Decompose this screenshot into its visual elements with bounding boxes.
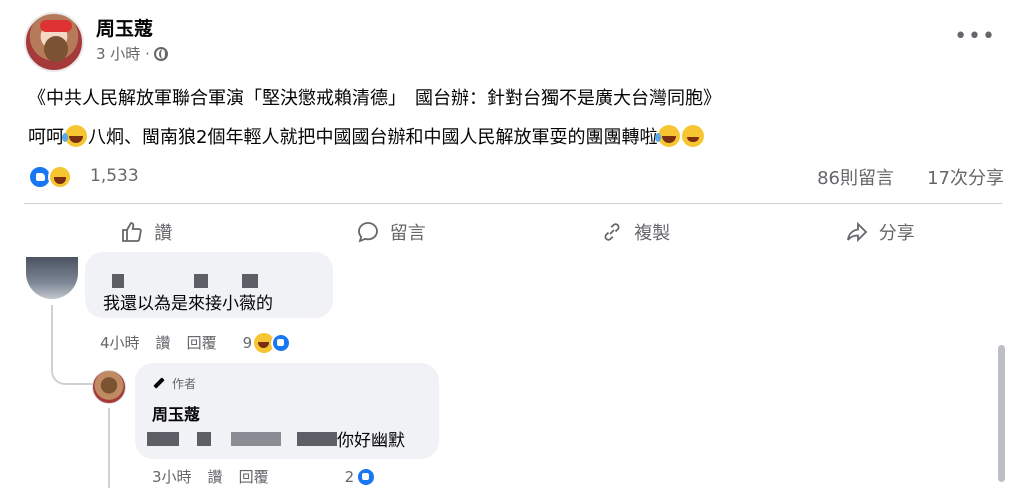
reply-reaction-count: 2 [344, 467, 355, 486]
reply-reply-link[interactable]: 回覆 [239, 466, 269, 487]
comment-reply-link[interactable]: 回覆 [187, 332, 217, 353]
reply-bubble: 作者 周玉蔻 你好幽默 [135, 363, 439, 459]
author-badge: 作者 [152, 375, 196, 392]
reactions-summary: 1,533 86則留言 17次分享 [28, 163, 1004, 191]
reply-time[interactable]: 3小時 [152, 466, 192, 487]
reply-author-name[interactable]: 周玉蔻 [152, 401, 200, 425]
reply-author-avatar[interactable] [92, 370, 126, 404]
redaction-block [242, 274, 258, 288]
post-title: 《中共人民解放軍聯合軍演「堅決懲戒賴清德」 國台辦：針對台獨不是廣大台灣同胞》 [28, 88, 721, 109]
reply-text: 你好幽默 [337, 431, 405, 451]
comment-bubble-icon [357, 222, 378, 243]
haha-reaction-icon [48, 165, 72, 189]
post-body-text-1: 呵呵 [28, 127, 64, 148]
share-arrow-icon [846, 221, 868, 243]
comment-like-link[interactable]: 讚 [156, 332, 171, 353]
redaction-block [197, 431, 211, 446]
copy-button[interactable]: 複製 [513, 212, 758, 252]
pen-icon [152, 377, 166, 391]
author-name[interactable]: 周玉蔻 [96, 14, 153, 41]
like-reaction-icon [356, 466, 377, 487]
reply-text-row: 你好幽默 [147, 426, 405, 451]
post-body: 呵呵 八炯、閩南狼2個年輕人就把中國國台辦和中國人民解放軍耍的團團轉啦 [28, 123, 705, 149]
comment-reactions[interactable]: 9 [242, 332, 292, 353]
comment-text: 我還以為是來接小薇的 [103, 294, 273, 314]
globe-icon[interactable] [153, 46, 168, 61]
laughing-tears-emoji-icon [62, 125, 87, 147]
author-avatar[interactable] [24, 12, 84, 72]
reply-reactions[interactable]: 2 [344, 466, 377, 487]
post-body-text-2: 八炯、閩南狼2個年輕人就把中國國台辦和中國人民解放軍耍的團團轉啦 [88, 127, 658, 148]
author-badge-label: 作者 [172, 377, 197, 391]
post-time[interactable]: 3 小時 · [96, 43, 150, 64]
post-header: 周玉蔻 3 小時 · ••• [24, 12, 1004, 72]
action-bar: 讚 留言 複製 分享 [24, 212, 1002, 252]
redaction-block [112, 274, 124, 288]
share-label: 分享 [878, 223, 915, 244]
thumbs-up-icon [122, 222, 142, 242]
link-icon [604, 223, 620, 241]
thread-connector [108, 408, 110, 488]
comment-bubble: 我還以為是來接小薇的 [85, 252, 333, 318]
copy-label: 複製 [634, 223, 671, 244]
rolling-laughing-emoji-icon [655, 125, 681, 147]
share-count[interactable]: 17次分享 [927, 164, 1004, 190]
like-reaction-icon [271, 332, 292, 353]
redaction-block [147, 431, 179, 446]
redaction-block [297, 431, 337, 446]
comment-label: 留言 [389, 223, 426, 244]
thread-connector [51, 305, 93, 385]
comment-reaction-count: 9 [242, 333, 253, 352]
commenter-name-redacted[interactable] [112, 274, 258, 288]
share-button[interactable]: 分享 [758, 212, 1003, 252]
scrollbar[interactable] [998, 345, 1005, 482]
avatar-face-graphic [44, 36, 68, 62]
reply-meta: 3小時 讚 回覆 2 [152, 466, 377, 487]
commenter-avatar[interactable] [26, 257, 78, 299]
like-label: 讚 [154, 223, 173, 244]
comment-button[interactable]: 留言 [269, 212, 514, 252]
like-button[interactable]: 讚 [24, 212, 269, 252]
more-options-button[interactable]: ••• [954, 24, 996, 49]
redaction-block [194, 274, 208, 288]
redaction-block [231, 431, 281, 446]
reaction-count[interactable]: 1,533 [90, 166, 139, 186]
reaction-icons[interactable] [28, 165, 72, 189]
reply-like-link[interactable]: 讚 [208, 466, 223, 487]
avatar-badge-graphic [40, 20, 72, 32]
comment-time[interactable]: 4小時 [100, 332, 140, 353]
comment-count[interactable]: 86則留言 [817, 164, 894, 190]
grinning-emoji-icon [682, 125, 705, 147]
divider [24, 203, 1002, 204]
reply-redacted-mentions [147, 431, 337, 446]
comment-meta: 4小時 讚 回覆 9 [100, 332, 292, 353]
post-meta: 3 小時 · [96, 43, 168, 64]
